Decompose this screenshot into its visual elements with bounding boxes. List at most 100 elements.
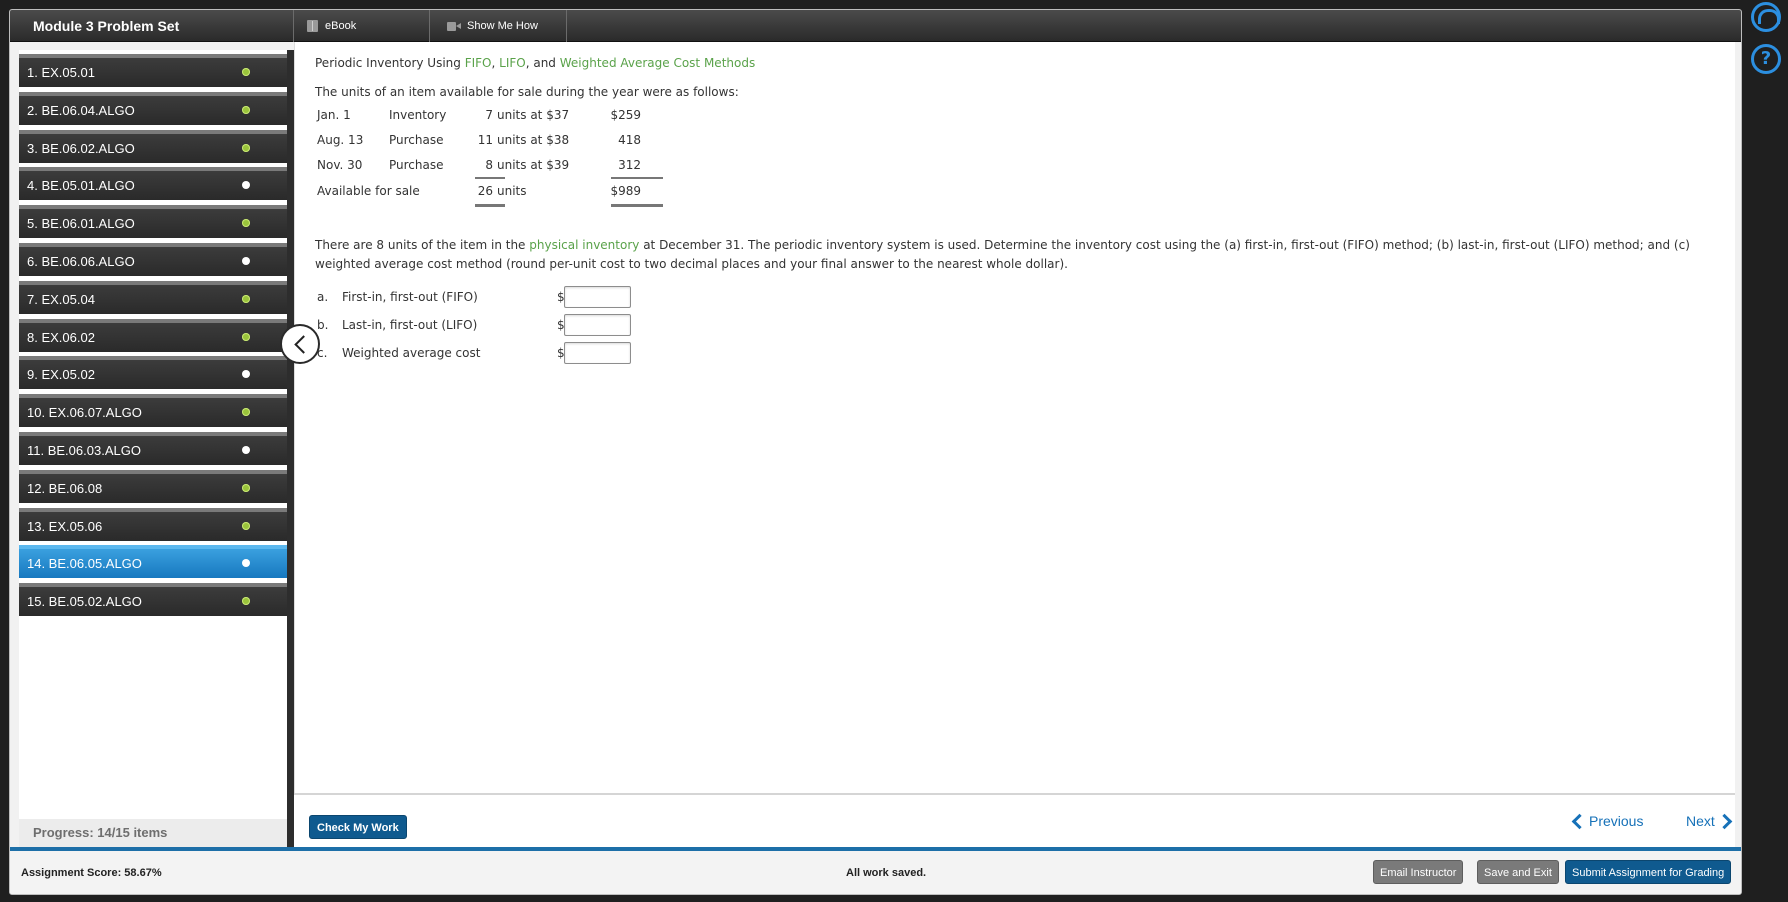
next-label: Next	[1686, 813, 1715, 829]
sidebar-item-label: 13. EX.05.06	[27, 518, 103, 534]
top-bar: Module 3 Problem Set eBook Show Me How	[10, 10, 1741, 42]
instructions-text: There are 8 units of the item in the	[315, 238, 530, 252]
status-done-dot-icon	[242, 143, 250, 152]
sidebar-item-question-5[interactable]: 5. BE.06.01.ALGO	[19, 205, 287, 239]
sidebar-item-question-14[interactable]: 14. BE.06.05.ALGO	[19, 545, 287, 579]
status-open-dot-icon	[242, 446, 250, 454]
fifo-link[interactable]: FIFO	[465, 56, 492, 70]
problem-instructions: There are 8 units of the item in the phy…	[315, 236, 1730, 274]
sidebar-item-label: 10. EX.06.07.ALGO	[27, 405, 142, 421]
weighted-average-link[interactable]: Weighted Average Cost Methods	[560, 56, 755, 70]
sidebar-item-question-2[interactable]: 2. BE.06.04.ALGO	[19, 91, 287, 125]
status-done-dot-icon	[242, 483, 250, 492]
row-unit: units at $37	[497, 108, 570, 122]
sidebar-item-question-11[interactable]: 11. BE.06.03.ALGO	[19, 432, 287, 465]
status-open-dot-icon	[242, 257, 250, 265]
sidebar-item-question-1[interactable]: 1. EX.05.01	[19, 54, 287, 87]
status-done-dot-icon	[242, 408, 250, 417]
sidebar-divider	[287, 50, 294, 847]
question-sidebar: 1. EX.05.01 2. BE.06.04.ALGO 3. BE.06.02.A…	[19, 50, 294, 847]
sidebar-item-label: 5. BE.06.01.ALGO	[27, 216, 135, 232]
sidebar-item-question-3[interactable]: 3. BE.06.02.ALGO	[19, 129, 287, 163]
module-title: Module 3 Problem Set	[10, 10, 294, 42]
row-desc: Purchase	[389, 133, 444, 147]
status-done-dot-icon	[242, 294, 250, 303]
tab-show-me-how[interactable]: Show Me How	[431, 10, 567, 42]
qty-total-rule	[475, 204, 505, 207]
tab-ebook[interactable]: eBook	[295, 10, 430, 42]
book-icon	[307, 20, 318, 32]
answer-label: Weighted average cost	[342, 346, 481, 360]
status-done-dot-icon	[242, 597, 250, 606]
problem-heading: Periodic Inventory Using FIFO, LIFO, and…	[315, 56, 755, 70]
lifo-answer-input[interactable]	[564, 314, 631, 336]
tab-ebook-label: eBook	[325, 20, 357, 32]
sidebar-item-label: 3. BE.06.02.ALGO	[27, 140, 135, 156]
headset-icon[interactable]	[1751, 2, 1781, 32]
sidebar-item-label: 4. BE.05.01.ALGO	[27, 178, 135, 194]
qty-subtotal-rule	[475, 177, 505, 179]
status-bar: Assignment Score: 58.67% All work saved.…	[10, 851, 1741, 894]
status-open-dot-icon	[242, 181, 250, 190]
row-date: Nov. 30	[317, 158, 363, 172]
sidebar-item-question-10[interactable]: 10. EX.06.07.ALGO	[19, 394, 287, 428]
sidebar-item-question-13[interactable]: 13. EX.05.06	[19, 507, 287, 541]
status-open-dot-icon	[242, 370, 250, 379]
row-amount: 312	[618, 158, 641, 172]
sidebar-item-question-12[interactable]: 12. BE.06.08	[19, 469, 287, 503]
status-done-dot-icon	[242, 68, 250, 76]
save-status: All work saved.	[846, 867, 927, 879]
status-done-dot-icon	[242, 219, 250, 228]
answer-letter: b.	[317, 318, 329, 332]
amount-subtotal-rule	[611, 177, 663, 179]
sidebar-item-label: 12. BE.06.08	[27, 480, 103, 496]
physical-inventory-link[interactable]: physical inventory	[529, 238, 639, 252]
heading-sep: , and	[525, 56, 560, 70]
sidebar-item-label: 14. BE.06.05.ALGO	[27, 556, 142, 572]
video-icon	[447, 21, 461, 31]
sidebar-item-question-6[interactable]: 6. BE.06.06.ALGO	[19, 243, 287, 276]
status-done-dot-icon	[242, 105, 250, 114]
heading-text: Periodic Inventory Using	[315, 56, 465, 70]
problem-content: Periodic Inventory Using FIFO, LIFO, and…	[294, 42, 1735, 793]
sidebar-item-label: 2. BE.06.04.ALGO	[27, 102, 135, 118]
sidebar-item-label: 15. BE.05.02.ALGO	[27, 594, 142, 610]
row-unit: units at $38	[497, 133, 570, 147]
email-instructor-button[interactable]: Email Instructor	[1373, 860, 1464, 884]
sidebar-item-question-15[interactable]: 15. BE.05.02.ALGO	[19, 583, 287, 617]
row-amount: 418	[618, 133, 641, 147]
sidebar-item-label: 1. EX.05.01	[27, 65, 95, 80]
check-my-work-button[interactable]: Check My Work	[309, 815, 407, 839]
progress-text: Progress: 14/15 items	[19, 819, 287, 847]
total-qty: 26	[477, 184, 493, 198]
answer-letter: a.	[317, 290, 329, 304]
amount-total-rule	[611, 204, 663, 207]
row-qty: 8	[485, 158, 493, 172]
collapse-sidebar-button[interactable]	[280, 324, 320, 364]
sidebar-item-label: 8. EX.06.02	[27, 329, 95, 345]
content-footer: Check My Work Previous Next	[294, 793, 1735, 847]
row-amount: $259	[610, 108, 641, 122]
total-unit: units	[497, 184, 527, 198]
help-icon[interactable]: ?	[1751, 44, 1781, 74]
lifo-link[interactable]: LIFO	[499, 56, 526, 70]
app-frame: Module 3 Problem Set eBook Show Me How 1…	[9, 9, 1742, 895]
previous-button[interactable]: Previous	[1570, 813, 1643, 829]
sidebar-item-label: 9. EX.05.02	[27, 367, 95, 383]
sidebar-item-question-8[interactable]: 8. EX.06.02	[19, 318, 287, 352]
row-desc: Inventory	[389, 108, 447, 122]
submit-assignment-button[interactable]: Submit Assignment for Grading	[1565, 860, 1732, 884]
sidebar-item-question-7[interactable]: 7. EX.05.04	[19, 280, 287, 314]
weighted-average-answer-input[interactable]	[564, 342, 631, 364]
fifo-answer-input[interactable]	[564, 286, 631, 308]
assignment-score: Assignment Score: 58.67%	[21, 867, 162, 879]
sidebar-item-question-9[interactable]: 9. EX.05.02	[19, 356, 287, 390]
row-desc: Purchase	[389, 158, 444, 172]
status-done-dot-icon	[242, 521, 250, 530]
save-and-exit-button[interactable]: Save and Exit	[1477, 860, 1559, 884]
sidebar-item-question-4[interactable]: 4. BE.05.01.ALGO	[19, 167, 287, 201]
row-date: Jan. 1	[317, 108, 351, 122]
total-label: Available for sale	[317, 184, 420, 198]
row-unit: units at $39	[497, 158, 570, 172]
next-button[interactable]: Next	[1686, 813, 1734, 829]
